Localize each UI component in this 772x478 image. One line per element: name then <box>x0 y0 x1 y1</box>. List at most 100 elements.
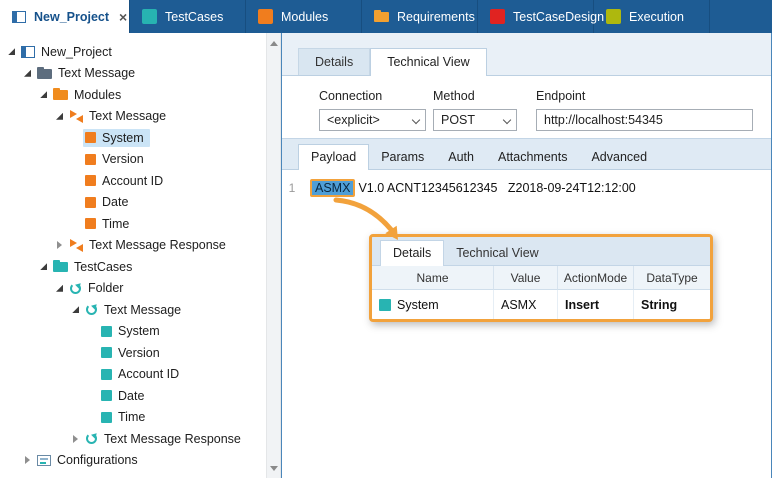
expander-icon[interactable] <box>52 238 67 253</box>
tree-item-text-message-testcase[interactable]: Text Message <box>0 299 266 321</box>
teal-square-icon <box>142 9 157 24</box>
expander-icon[interactable] <box>52 281 67 296</box>
tree-item-system-testcase[interactable]: System <box>0 321 266 343</box>
cell-name-text: System <box>397 298 439 312</box>
expander-icon[interactable] <box>4 44 19 59</box>
tree-item-time[interactable]: Time <box>0 213 266 235</box>
tree-item-version-testcase[interactable]: Version <box>0 342 266 364</box>
expander-icon[interactable] <box>20 453 35 468</box>
orange-square-icon <box>85 197 96 208</box>
tree-item-new-project[interactable]: New_Project <box>0 41 266 63</box>
teal-square-icon <box>101 347 112 358</box>
tree-item-label: Account ID <box>118 367 179 381</box>
teal-refresh-icon <box>85 432 98 445</box>
indent-spacer <box>84 324 99 339</box>
tree-scrollbar[interactable] <box>266 33 281 478</box>
teal-refresh-icon <box>69 282 82 295</box>
tree-item-label: Account ID <box>102 174 163 188</box>
orange-folder-icon <box>53 88 68 101</box>
tree-item-text-message-response[interactable]: Text Message Response <box>0 235 266 257</box>
teal-square-icon <box>101 326 112 337</box>
scroll-down-icon[interactable] <box>267 460 280 476</box>
red-square-icon <box>490 9 505 24</box>
tree-item-label: Date <box>118 389 144 403</box>
tree-item-modules[interactable]: Modules <box>0 84 266 106</box>
tree-item-label: Time <box>102 217 129 231</box>
tree-item-time-testcase[interactable]: Time <box>0 407 266 429</box>
orange-square-icon <box>85 218 96 229</box>
expander-icon[interactable] <box>52 109 67 124</box>
tab-requirements[interactable]: Requirements <box>362 0 478 33</box>
tab-modules[interactable]: Modules <box>246 0 362 33</box>
connection-select[interactable]: <explicit> <box>319 109 426 131</box>
tree-item-configurations[interactable]: Configurations <box>0 450 266 472</box>
tree-item-label: Time <box>118 410 145 424</box>
table-row[interactable]: System ASMX Insert String <box>372 290 710 319</box>
column-header-name: Name <box>372 266 494 290</box>
tree-item-date-testcase[interactable]: Date <box>0 385 266 407</box>
endpoint-input[interactable]: http://localhost:54345 <box>536 109 753 131</box>
cell-actionmode: Insert <box>558 290 634 319</box>
tab-technical-view[interactable]: Technical View <box>370 48 486 76</box>
close-icon[interactable]: × <box>117 10 129 24</box>
payload-line: 1 ASMX V1.0 ACNT12345612345 Z2018-09-24T… <box>282 170 771 197</box>
tab-attachments[interactable]: Attachments <box>486 145 579 169</box>
tree-item-date[interactable]: Date <box>0 192 266 214</box>
column-header-actionmode: ActionMode <box>558 266 634 290</box>
tree-item-account-id-testcase[interactable]: Account ID <box>0 364 266 386</box>
chevron-down-icon <box>503 116 511 124</box>
expander-icon[interactable] <box>68 431 83 446</box>
expander-icon[interactable] <box>36 259 51 274</box>
teal-square-icon <box>101 390 112 401</box>
indent-spacer <box>68 195 83 210</box>
scroll-up-icon[interactable] <box>267 35 280 51</box>
tree-item-label: Folder <box>88 281 123 295</box>
indent-spacer <box>68 152 83 167</box>
tree-item-label: System <box>102 131 144 145</box>
tree-item-system[interactable]: System <box>0 127 266 149</box>
payload-token-asmx[interactable]: ASMX <box>310 179 355 197</box>
tree-item-account-id[interactable]: Account ID <box>0 170 266 192</box>
tab-advanced[interactable]: Advanced <box>579 145 659 169</box>
tab-testcases[interactable]: TestCases <box>130 0 246 33</box>
tab-details[interactable]: Details <box>298 48 370 75</box>
endpoint-value: http://localhost:54345 <box>544 113 663 127</box>
tree-item-version[interactable]: Version <box>0 149 266 171</box>
method-value: POST <box>441 113 475 127</box>
tab-params[interactable]: Params <box>369 145 436 169</box>
tab-execution[interactable]: Execution <box>594 0 710 33</box>
tree-item-testcases[interactable]: TestCases <box>0 256 266 278</box>
tab-new-project[interactable]: New_Project × <box>0 0 130 33</box>
expander-icon[interactable] <box>36 87 51 102</box>
method-select[interactable]: POST <box>433 109 517 131</box>
tab-payload[interactable]: Payload <box>298 144 369 170</box>
tree-item-text-message-module[interactable]: Text Message <box>0 106 266 128</box>
method-label: Method <box>433 89 475 103</box>
connection-form: Connection Method Endpoint <explicit> PO… <box>282 75 771 139</box>
tab-auth[interactable]: Auth <box>436 145 486 169</box>
project-tree: New_Project Text Message Modules Text Me… <box>0 33 266 478</box>
tab-label: TestCases <box>165 10 223 24</box>
tab-testcasedesign[interactable]: TestCaseDesign <box>478 0 594 33</box>
tree-item-folder[interactable]: Folder <box>0 278 266 300</box>
endpoint-label: Endpoint <box>536 89 585 103</box>
column-header-datatype: DataType <box>634 266 710 290</box>
orange-square-icon <box>85 154 96 165</box>
tree-item-label: TestCases <box>74 260 132 274</box>
orange-module-icon <box>69 239 83 252</box>
tab-label: Execution <box>629 10 684 24</box>
teal-square-icon <box>101 412 112 423</box>
tab-label: Modules <box>281 10 328 24</box>
indent-spacer <box>84 388 99 403</box>
payload-editor[interactable]: 1 ASMX V1.0 ACNT12345612345 Z2018-09-24T… <box>282 170 771 478</box>
tree-item-text-message-response-testcase[interactable]: Text Message Response <box>0 428 266 450</box>
expander-icon[interactable] <box>20 66 35 81</box>
line-number: 1 <box>282 181 302 195</box>
tree-item-label: System <box>118 324 160 338</box>
tree-item-text-message[interactable]: Text Message <box>0 63 266 85</box>
orange-square-icon <box>258 9 273 24</box>
teal-square-icon <box>379 299 391 311</box>
tree-item-label: Text Message <box>58 66 135 80</box>
expander-icon[interactable] <box>68 302 83 317</box>
popup-tab-technical-view[interactable]: Technical View <box>444 241 550 265</box>
